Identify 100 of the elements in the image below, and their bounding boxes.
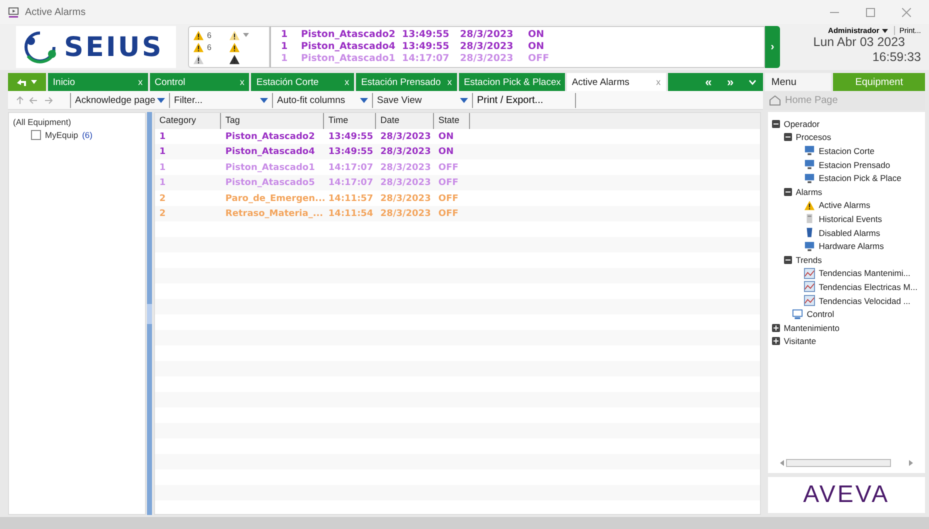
panel-tab[interactable]: Menu (765, 73, 832, 91)
chart-icon (804, 281, 815, 292)
tree-item[interactable]: Mantenimiento (784, 322, 840, 333)
warning-icon (193, 42, 204, 52)
tab[interactable]: Estacion Pick & Placex (458, 73, 565, 91)
column-header[interactable]: Category (155, 113, 222, 129)
alarm-banner-text: 28/3/2023 (460, 41, 514, 53)
monitor-icon (8, 6, 19, 18)
tab[interactable]: Estación Corte x (251, 73, 354, 91)
table-cell-text: 28/3/2023 (379, 209, 432, 220)
table-cell-text: 1 (158, 147, 167, 158)
table-cell-text: Paro_de_Emergen... (224, 194, 324, 204)
monitor-icon (804, 172, 815, 184)
caret-icon (460, 98, 468, 102)
table-cell-text: ON (437, 132, 455, 142)
scrollbar-thumb[interactable] (786, 459, 891, 467)
table-cell-text: Piston_Atascado1 (224, 162, 316, 173)
toolbar-dropdown[interactable]: Save View (372, 92, 472, 108)
monitor-icon (792, 308, 803, 320)
tree-item[interactable]: Visitante (784, 336, 816, 346)
tab[interactable]: Inicio x (48, 73, 148, 91)
table-cell-text: Piston_Atascado4 (224, 147, 316, 158)
collapse-icon[interactable] (772, 120, 780, 128)
table-cell-text: OFF (437, 162, 460, 173)
toolbar-dropdown[interactable]: Acknowledge page (70, 92, 169, 108)
logo-text: SEIUS (64, 32, 164, 62)
alarm-banner-text: 28/3/2023 (460, 29, 514, 41)
expand-icon[interactable] (772, 337, 780, 346)
chart-icon (804, 295, 815, 306)
caret-icon (157, 98, 165, 102)
collapse-icon[interactable] (784, 133, 792, 142)
alarm-banner-text: 1 (281, 29, 289, 41)
alarm-banner-text: ON (528, 41, 546, 53)
tree-item[interactable]: Estacion Corte (818, 146, 874, 156)
tree-item[interactable]: Historical Events (818, 214, 882, 224)
tab[interactable]: Estación Prensado x (356, 73, 457, 91)
table-cell-text: 28/3/2023 (379, 132, 432, 142)
alarm-banner-text: 13:49:55 (402, 29, 450, 41)
alarm-banner-text: 1 (281, 41, 289, 53)
home-icon[interactable] (769, 95, 781, 106)
chart-icon (804, 268, 815, 279)
table-cell-text: 13:49:55 (327, 147, 374, 158)
toolbar-dropdown[interactable]: Filter... (169, 92, 272, 108)
checkbox[interactable] (31, 130, 41, 140)
tab-scroll-button[interactable]: » (726, 75, 734, 89)
close-icon[interactable] (902, 8, 910, 16)
tab[interactable]: Control x (150, 73, 250, 91)
alarm-banner-text: Piston_Atascado4 (301, 41, 396, 53)
print-export-button[interactable]: Print / Export... (472, 92, 576, 108)
alarm-banner-text: 13:49:55 (402, 41, 450, 53)
tree-item[interactable]: Trends (796, 254, 822, 265)
back-button[interactable] (8, 73, 46, 91)
expand-icon[interactable] (772, 324, 780, 332)
table-cell-text: 2 (158, 194, 167, 204)
caret-icon (243, 33, 249, 37)
column-header[interactable]: State (434, 113, 470, 129)
tree-item[interactable]: Disabled Alarms (818, 228, 880, 238)
alarm-banner-text: Piston_Atascado1 (301, 53, 396, 65)
undo-arrow-icon (16, 78, 28, 86)
expand-button[interactable]: › (765, 26, 780, 68)
equipment-label[interactable]: MyEquip (45, 130, 78, 140)
warning-icon (804, 200, 815, 211)
tab[interactable]: Active Alarms x (566, 73, 666, 91)
alarm-banner-text: 14:17:07 (402, 53, 450, 65)
tree-item[interactable]: Tendencias Mantenimi... (818, 268, 910, 278)
column-header[interactable]: Tag (221, 113, 324, 129)
table-cell-text: Retraso_Materia_... (224, 209, 324, 220)
monitor-icon (804, 159, 815, 170)
table-cell-text: Piston_Atascado5 (224, 178, 316, 188)
collapse-icon[interactable] (784, 256, 792, 264)
table-cell-text: 13:49:55 (327, 132, 374, 142)
tree-item[interactable]: Tendencias Velocidad ... (818, 296, 910, 306)
tree-item[interactable]: Procesos (796, 132, 832, 142)
tree-item[interactable]: Alarms (796, 186, 822, 197)
tree-item[interactable]: Control (806, 309, 834, 320)
table-cell-text: 28/3/2023 (379, 147, 432, 158)
column-header[interactable]: Date (376, 113, 434, 129)
alarm-count: 6 (207, 42, 212, 52)
tree-item[interactable]: Active Alarms (818, 200, 870, 210)
chevron-down-icon[interactable] (748, 80, 756, 84)
alarm-banner-text: Piston_Atascado2 (301, 29, 396, 41)
tab-scroll-button[interactable]: « (705, 75, 712, 89)
collapse-icon[interactable] (784, 188, 792, 196)
toolbar-dropdown[interactable]: Auto-fit columns (272, 92, 372, 108)
column-header[interactable]: Time (324, 113, 376, 129)
equipment-count: (6) (82, 130, 92, 140)
tree-item[interactable]: Tendencias Electricas M... (818, 282, 918, 292)
tree-root[interactable]: (All Equipment) (13, 117, 142, 127)
maximize-icon[interactable] (866, 8, 874, 16)
tree-item[interactable]: Hardware Alarms (818, 241, 884, 252)
time-text: 16:59:33 (872, 50, 921, 65)
tree-item[interactable]: Estacion Pick & Place (818, 173, 902, 184)
tree-item[interactable]: Operador (784, 118, 820, 129)
tree-item[interactable]: Estacion Prensado (818, 160, 890, 170)
table-cell-text: 14:17:07 (327, 178, 374, 188)
scroll-right-icon[interactable] (909, 460, 913, 466)
alarm-banner-text: OFF (528, 53, 550, 65)
table-cell-text: OFF (437, 178, 460, 188)
table-cell-text: 1 (158, 132, 167, 142)
splitter-handle[interactable] (147, 112, 152, 515)
